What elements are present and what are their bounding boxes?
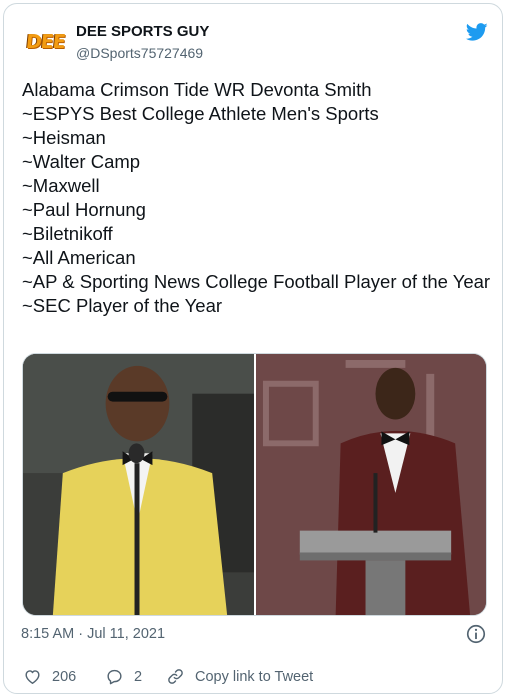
author-display-name[interactable]: DEE SPORTS GUY xyxy=(76,23,209,40)
tweet-card[interactable]: DEE DEE SPORTS GUY @DSports75727469 Alab… xyxy=(3,3,503,694)
tweet-media[interactable] xyxy=(22,353,487,616)
tweet-photo-2[interactable] xyxy=(256,354,486,615)
tweet-timestamp[interactable]: 8:15 AM · Jul 11, 2021 xyxy=(21,626,165,642)
reply-bubble-icon xyxy=(107,669,122,685)
copy-link-button[interactable]: Copy link to Tweet xyxy=(166,667,313,686)
avatar-logo-text: DEE xyxy=(24,31,67,53)
photo-yellow-suit xyxy=(23,354,254,615)
reply-button[interactable]: 2 xyxy=(105,667,142,686)
heart-icon xyxy=(25,670,40,684)
twitter-bird-icon[interactable] xyxy=(465,21,489,43)
like-button[interactable]: 206 xyxy=(23,667,76,686)
like-count: 206 xyxy=(52,668,77,685)
avatar[interactable]: DEE xyxy=(21,22,70,62)
tweet-photo-1[interactable] xyxy=(23,354,254,615)
tweet-text: Alabama Crimson Tide WR Devonta Smith ~E… xyxy=(22,79,491,316)
copy-link-label: Copy link to Tweet xyxy=(195,668,314,685)
info-icon[interactable] xyxy=(465,623,487,645)
author-handle[interactable]: @DSports75727469 xyxy=(76,45,203,61)
tweet-actions: 206 2 Copy link to Tweet xyxy=(4,659,502,693)
link-icon xyxy=(168,669,183,684)
photo-velvet-tux xyxy=(256,354,486,615)
tweet-header: DEE DEE SPORTS GUY @DSports75727469 xyxy=(4,4,502,74)
reply-count: 2 xyxy=(134,668,143,685)
